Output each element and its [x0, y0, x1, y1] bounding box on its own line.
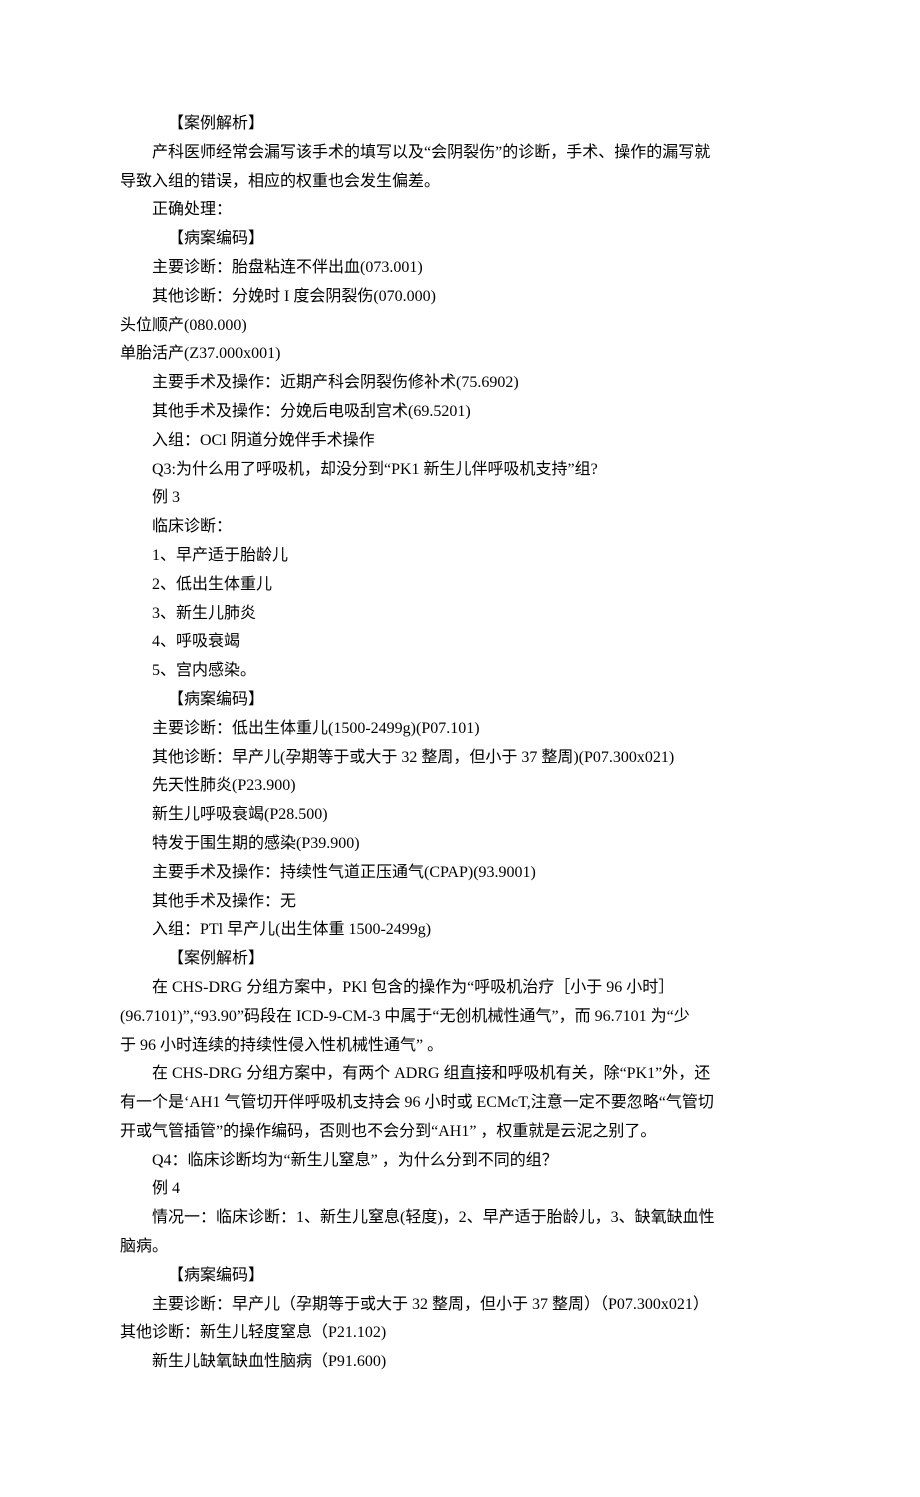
- text-line: 4、呼吸衰竭: [120, 628, 800, 657]
- text-line: 在 CHS-DRG 分组方案中，PKl 包含的操作为“呼吸机治疗［小于 96 小…: [120, 974, 800, 1003]
- text-line: 新生儿呼吸衰竭(P28.500): [120, 801, 800, 830]
- text-line: 新生儿缺氧缺血性脑病（P91.600): [120, 1348, 800, 1377]
- text-line: 例 4: [120, 1175, 800, 1204]
- text-line: 主要手术及操作：近期产科会阴裂伤修补术(75.6902): [120, 369, 800, 398]
- text-line: 【病案编码】: [120, 225, 800, 254]
- text-line: 开或气管插管”的操作编码，否则也不会分到“AH1” ，权重就是云泥之别了。: [120, 1118, 800, 1147]
- text-line: 其他手术及操作：分娩后电吸刮宫术(69.5201): [120, 398, 800, 427]
- text-line: 主要诊断：早产儿（孕期等于或大于 32 整周，但小于 37 整周）（P07.30…: [120, 1291, 800, 1320]
- document-page: 【案例解析】产科医师经常会漏写该手术的填写以及“会阴裂伤”的诊断，手术、操作的漏…: [0, 0, 920, 1497]
- text-line: 入组：PTl 早产儿(出生体重 1500-2499g): [120, 916, 800, 945]
- text-line: 特发于围生期的感染(P39.900): [120, 830, 800, 859]
- text-line: 于 96 小时连续的持续性侵入性机械性通气” 。: [120, 1032, 800, 1061]
- text-line: 主要诊断：胎盘粘连不伴出血(073.001): [120, 254, 800, 283]
- text-line: 其他手术及操作：无: [120, 888, 800, 917]
- text-line: 有一个是‘AH1 气管切开伴呼吸机支持会 96 小时或 ECMcT,注意一定不要…: [120, 1089, 800, 1118]
- text-line: 1、早产适于胎龄儿: [120, 542, 800, 571]
- text-line: 脑病。: [120, 1233, 800, 1262]
- text-line: 导致入组的错误，相应的权重也会发生偏差。: [120, 168, 800, 197]
- text-line: 先天性肺炎(P23.900): [120, 772, 800, 801]
- text-line: 例 3: [120, 484, 800, 513]
- text-line: Q4：临床诊断均为“新生儿窒息” ，为什么分到不同的组？: [120, 1147, 800, 1176]
- text-line: 情况一：临床诊断：1、新生儿窒息(轻度)，2、早产适于胎龄儿，3、缺氧缺血性: [120, 1204, 800, 1233]
- text-line: 5、宫内感染。: [120, 657, 800, 686]
- text-line: 主要诊断：低出生体重儿(1500-2499g)(P07.101): [120, 715, 800, 744]
- text-line: 其他诊断：新生儿轻度窒息（P21.102): [120, 1319, 800, 1348]
- text-line: 其他诊断：早产儿(孕期等于或大于 32 整周，但小于 37 整周)(P07.30…: [120, 744, 800, 773]
- text-line: 产科医师经常会漏写该手术的填写以及“会阴裂伤”的诊断，手术、操作的漏写就: [120, 139, 800, 168]
- text-line: 临床诊断：: [120, 513, 800, 542]
- text-line: 单胎活产(Z37.000x001): [120, 340, 800, 369]
- text-line: (96.7101)”,“93.90”码段在 ICD-9-CM-3 中属于“无创机…: [120, 1003, 800, 1032]
- text-line: 【病案编码】: [120, 686, 800, 715]
- text-line: 头位顺产(080.000): [120, 312, 800, 341]
- text-line: 主要手术及操作：持续性气道正压通气(CPAP)(93.9001): [120, 859, 800, 888]
- text-line: 在 CHS-DRG 分组方案中，有两个 ADRG 组直接和呼吸机有关，除“PK1…: [120, 1060, 800, 1089]
- text-line: 正确处理：: [120, 196, 800, 225]
- text-line: 【病案编码】: [120, 1262, 800, 1291]
- text-line: 其他诊断：分娩时 I 度会阴裂伤(070.000): [120, 283, 800, 312]
- text-line: 入组：OCl 阴道分娩伴手术操作: [120, 427, 800, 456]
- text-line: 【案例解析】: [120, 110, 800, 139]
- text-line: 3、新生儿肺炎: [120, 600, 800, 629]
- text-line: 【案例解析】: [120, 945, 800, 974]
- text-line: 2、低出生体重儿: [120, 571, 800, 600]
- text-line: Q3:为什么用了呼吸机，却没分到“PK1 新生儿伴呼吸机支持”组?: [120, 456, 800, 485]
